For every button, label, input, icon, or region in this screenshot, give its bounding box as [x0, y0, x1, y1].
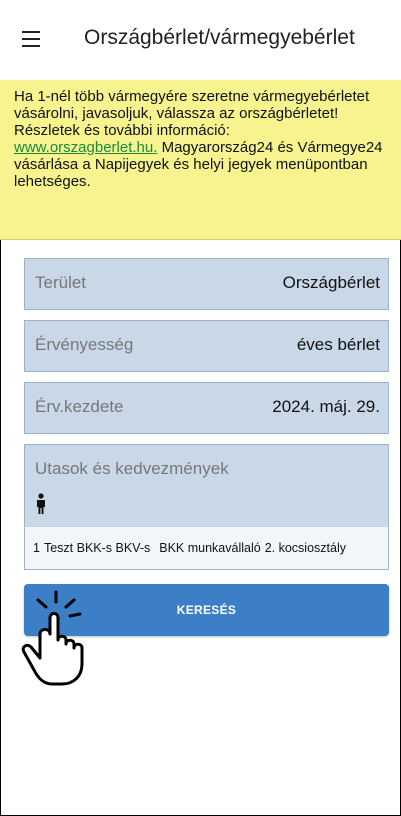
- terulet-field[interactable]: Terület Országbérlet: [24, 258, 389, 310]
- kezdete-label: Érv.kezdete: [35, 397, 124, 416]
- tap-hand-icon: [21, 590, 84, 686]
- person-icon: [37, 493, 45, 514]
- passengers-field[interactable]: Utasok és kedvezmények 1 Teszt BKK-s BKV…: [24, 444, 389, 570]
- passenger-class: 2. kocsiosztály: [264, 541, 346, 555]
- orszagberlet-link[interactable]: www.orszagberlet.hu.: [14, 139, 157, 156]
- passenger-name: Teszt BKK-s BKV-s: [43, 541, 151, 555]
- terulet-label: Terület: [35, 273, 87, 292]
- ervenyesseg-label: Érvényesség: [35, 335, 134, 354]
- terulet-value: Országbérlet: [282, 273, 380, 292]
- ervenyesseg-value: éves bérlet: [296, 335, 380, 354]
- kezdete-field[interactable]: Érv.kezdete 2024. máj. 29.: [24, 382, 389, 434]
- passengers-label: Utasok és kedvezmények: [35, 459, 229, 478]
- notice-text-1: Ha 1-nél több vármegyére szeretne vármeg…: [14, 88, 370, 139]
- hamburger-menu-icon[interactable]: [14, 22, 48, 56]
- app-bar: Országbérlet/vármegyebérlet: [0, 0, 401, 81]
- passenger-row[interactable]: 1 Teszt BKK-s BKV-s BKK munkavállaló 2. …: [25, 527, 388, 569]
- page-title: Országbérlet/vármegyebérlet: [84, 26, 355, 49]
- ervenyesseg-field[interactable]: Érvényesség éves bérlet: [24, 320, 389, 372]
- kezdete-value: 2024. máj. 29.: [272, 397, 380, 416]
- passenger-count: 1: [33, 541, 40, 555]
- passenger-discount: BKK munkavállaló: [159, 541, 261, 555]
- search-button-label: KERESÉS: [176, 603, 237, 617]
- info-notice: Ha 1-nél több vármegyére szeretne vármeg…: [0, 80, 401, 240]
